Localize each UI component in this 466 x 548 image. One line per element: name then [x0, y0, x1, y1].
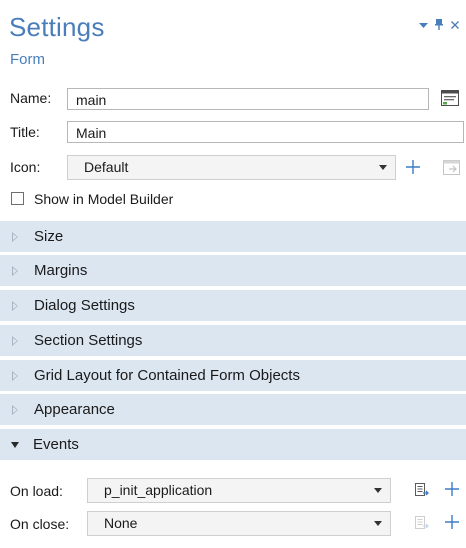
on-close-select-value: None — [104, 515, 138, 531]
on-close-select[interactable]: None — [87, 511, 391, 536]
edit-method-icon[interactable] — [411, 479, 433, 501]
collapse-arrow-icon — [11, 441, 19, 448]
import-icon-button[interactable] — [440, 156, 462, 178]
chevron-down-icon[interactable] — [418, 20, 428, 32]
on-load-label: On load: — [10, 483, 63, 499]
section-appearance[interactable]: Appearance — [0, 394, 466, 427]
name-row: Name: — [10, 90, 51, 106]
icon-row: Icon: — [10, 159, 40, 175]
section-label: Events — [33, 436, 79, 453]
expand-arrow-icon — [12, 300, 18, 311]
icon-select-value: Default — [84, 159, 129, 175]
add-icon-button[interactable] — [402, 156, 424, 178]
icon-select[interactable]: Default — [67, 155, 396, 180]
title-label: Title: — [10, 124, 40, 140]
expand-arrow-icon — [12, 335, 18, 346]
edit-method-icon-disabled — [411, 512, 433, 534]
panel-subtitle: Form — [10, 51, 45, 68]
edit-form-icon[interactable] — [439, 87, 461, 109]
section-label: Margins — [34, 262, 88, 279]
on-load-row: On load: — [10, 483, 63, 499]
expand-arrow-icon — [12, 404, 18, 415]
dropdown-arrow-icon — [374, 521, 382, 526]
show-in-model-builder-checkbox[interactable] — [11, 192, 24, 205]
add-on-close-button[interactable] — [441, 511, 463, 533]
expand-arrow-icon — [12, 265, 18, 276]
section-margins[interactable]: Margins — [0, 255, 466, 288]
section-events[interactable]: Events — [0, 429, 466, 462]
add-on-load-button[interactable] — [441, 478, 463, 500]
expand-arrow-icon — [12, 231, 18, 242]
on-close-row: On close: — [10, 516, 69, 532]
section-section-settings[interactable]: Section Settings — [0, 325, 466, 358]
title-row: Title: — [10, 124, 40, 140]
section-grid-layout[interactable]: Grid Layout for Contained Form Objects — [0, 360, 466, 393]
show-in-model-builder-label: Show in Model Builder — [34, 191, 174, 207]
section-label: Grid Layout for Contained Form Objects — [34, 367, 300, 384]
dropdown-arrow-icon — [374, 488, 382, 493]
name-field[interactable]: main — [67, 88, 429, 110]
dropdown-arrow-icon — [379, 165, 387, 170]
icon-label: Icon: — [10, 159, 41, 175]
name-label: Name: — [10, 90, 52, 106]
on-load-select[interactable]: p_init_application — [87, 478, 391, 503]
close-icon[interactable] — [450, 20, 460, 32]
section-size[interactable]: Size — [0, 221, 466, 254]
on-close-label: On close: — [10, 516, 70, 532]
section-label: Size — [34, 228, 64, 245]
section-label: Dialog Settings — [34, 297, 135, 314]
panel-title: Settings — [9, 12, 105, 42]
window-controls — [418, 19, 460, 33]
section-label: Appearance — [34, 401, 115, 418]
on-load-select-value: p_init_application — [104, 482, 213, 498]
pin-icon[interactable] — [434, 19, 444, 33]
section-label: Section Settings — [34, 332, 143, 349]
expand-arrow-icon — [12, 370, 18, 381]
title-field[interactable]: Main — [67, 121, 464, 143]
section-dialog-settings[interactable]: Dialog Settings — [0, 290, 466, 323]
